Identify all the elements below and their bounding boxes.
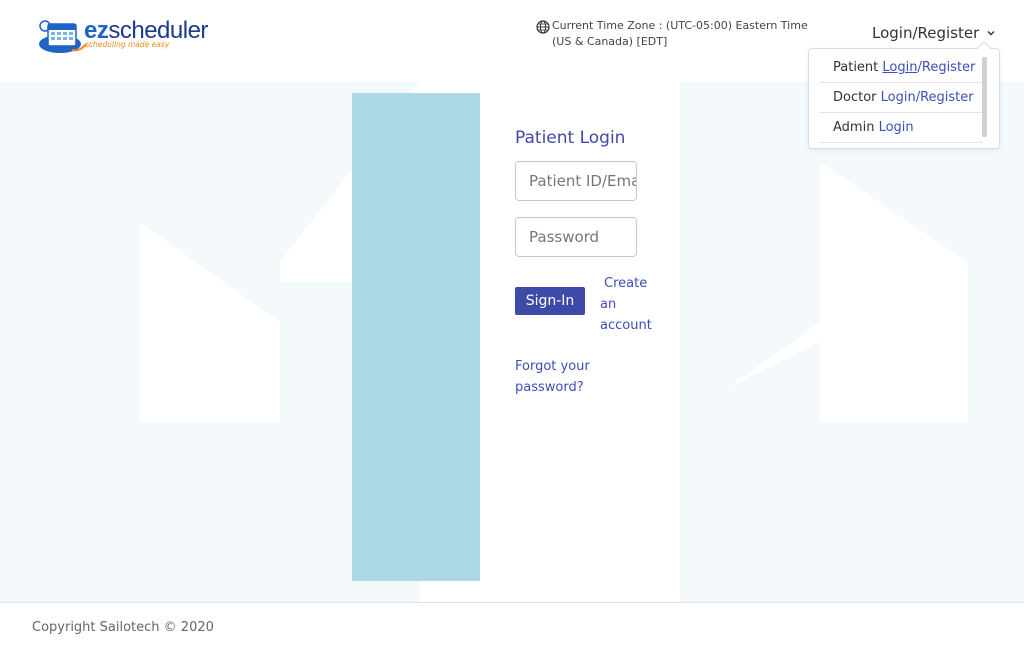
login-side-panel bbox=[352, 93, 480, 581]
globe-icon bbox=[536, 20, 550, 34]
dropdown-scrollbar[interactable] bbox=[982, 57, 987, 137]
login-register-dropdown: Patient Login/Register Doctor Login/Regi… bbox=[808, 40, 1000, 149]
patient-register-link[interactable]: Register bbox=[922, 60, 976, 75]
ezscheduler-logo[interactable]: ezscheduler scheduling made easy bbox=[38, 14, 210, 56]
footer-divider bbox=[0, 602, 1024, 603]
chevron-down-icon bbox=[987, 31, 995, 36]
doctor-login-register-link[interactable]: Login/Register bbox=[881, 90, 974, 105]
create-account-link[interactable]: Create an account bbox=[600, 273, 656, 336]
admin-login-link[interactable]: Login bbox=[879, 120, 914, 135]
menu-item-doctor: Doctor Login/Register bbox=[819, 83, 983, 113]
sign-in-button[interactable]: Sign-In bbox=[515, 287, 585, 315]
form-actions: Sign-In Create an account bbox=[515, 273, 675, 336]
forgot-password-link[interactable]: Forgot your password? bbox=[515, 356, 605, 398]
menu-item-patient: Patient Login/Register bbox=[819, 53, 983, 83]
copyright-text: Copyright Sailotech © 2020 bbox=[32, 620, 214, 635]
patient-login-link[interactable]: Login bbox=[882, 60, 917, 75]
logo-tagline: scheduling made easy bbox=[85, 40, 170, 49]
timezone-text: Current Time Zone : (UTC-05:00) Eastern … bbox=[552, 19, 808, 48]
password-input[interactable]: Password bbox=[515, 217, 637, 257]
timezone-indicator: Current Time Zone : (UTC-05:00) Eastern … bbox=[536, 18, 826, 50]
patient-login-form: Patient Login Patient ID/Email Password … bbox=[515, 126, 675, 398]
menu-item-admin: Admin Login bbox=[819, 113, 983, 143]
patient-id-input[interactable]: Patient ID/Email bbox=[515, 161, 637, 201]
calendar-logo-icon bbox=[39, 20, 87, 53]
login-register-label: Login/Register bbox=[872, 24, 980, 42]
form-title: Patient Login bbox=[515, 128, 626, 148]
login-register-menu-toggle[interactable]: Login/Register bbox=[872, 24, 996, 42]
